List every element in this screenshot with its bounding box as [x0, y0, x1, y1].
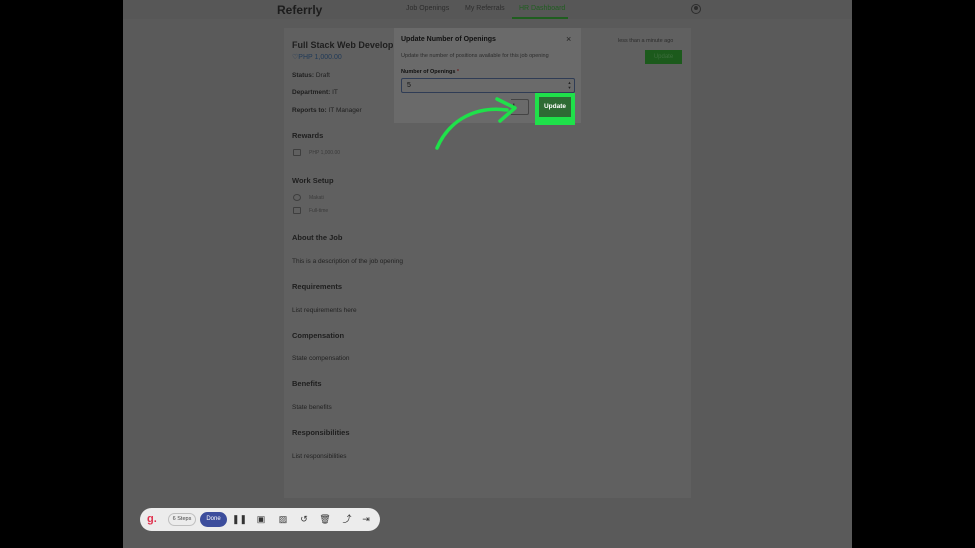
top-navigation: Referrly Job Openings My Referrals HR Da… — [123, 0, 852, 19]
image-icon[interactable]: ▨ — [276, 512, 290, 527]
user-avatar-icon[interactable] — [691, 4, 701, 14]
rewards-value: PHP 1,000.00 — [309, 150, 341, 156]
required-marker: * — [456, 69, 460, 75]
openings-number-input[interactable]: 5 ▲ ▼ — [401, 78, 575, 93]
wallet-icon — [293, 149, 301, 156]
work-type: Full-time — [309, 208, 329, 214]
work-setup-heading: Work Setup — [292, 176, 334, 185]
pause-icon[interactable]: ❚❚ — [232, 512, 247, 527]
work-location: Makati — [309, 195, 324, 201]
nav-my-referrals[interactable]: My Referrals — [465, 5, 505, 12]
steps-count[interactable]: 6 Steps — [168, 513, 196, 526]
openings-field-label: Number of Openings * — [401, 69, 460, 75]
requirements-heading: Requirements — [292, 282, 343, 291]
rewards-heading: Rewards — [292, 131, 324, 140]
responsibilities-text: List responsibilities — [292, 453, 347, 460]
reports-to-row: Reports to: IT Manager — [292, 107, 362, 114]
number-stepper[interactable]: ▲ ▼ — [566, 80, 573, 91]
about-heading: About the Job — [292, 233, 343, 242]
undo-icon[interactable]: ↺ — [297, 512, 311, 527]
modal-title: Update Number of Openings — [401, 36, 496, 43]
trash-icon[interactable]: 🗑 — [318, 512, 332, 527]
compensation-text: State compensation — [292, 355, 350, 362]
benefits-heading: Benefits — [292, 379, 322, 388]
update-job-button[interactable]: Update — [645, 50, 682, 64]
openings-value: 5 — [407, 82, 411, 89]
about-text: This is a description of the job opening — [292, 258, 403, 265]
recorder-toolbar: g. 6 Steps Done ❚❚ ▣ ▨ ↺ 🗑 ⤴ ⇥ — [140, 508, 380, 531]
posted-time: less than a minute ago — [618, 38, 674, 44]
location-icon — [293, 194, 301, 201]
recorder-logo-icon: g. — [147, 513, 157, 525]
department-row: Department: IT — [292, 89, 338, 96]
requirements-text: List requirements here — [292, 307, 357, 314]
modal-update-button[interactable]: Update — [539, 97, 571, 117]
department-value: IT — [332, 89, 338, 96]
reports-to-value: IT Manager — [328, 107, 362, 114]
status-value: Draft — [315, 72, 330, 79]
responsibilities-heading: Responsibilities — [292, 428, 350, 437]
modal-description: Update the number of positions available… — [401, 53, 549, 59]
nav-job-openings[interactable]: Job Openings — [406, 5, 449, 12]
share-icon[interactable]: ⤴ — [340, 512, 354, 527]
compensation-heading: Compensation — [292, 331, 345, 340]
job-title: Full Stack Web Develop — [292, 40, 394, 50]
status-row: Status: Draft — [292, 72, 330, 79]
nav-hr-dashboard[interactable]: HR Dashboard — [519, 5, 565, 12]
update-button-highlight: Update — [535, 93, 575, 125]
briefcase-icon — [293, 207, 301, 214]
app-logo[interactable]: Referrly — [277, 3, 322, 17]
app-viewport: Referrly Job Openings My Referrals HR Da… — [123, 0, 852, 548]
active-tab-indicator — [512, 17, 568, 19]
done-button[interactable]: Done — [200, 512, 227, 527]
cancel-button[interactable]: l — [511, 99, 529, 115]
stop-icon[interactable]: ▣ — [254, 512, 268, 527]
close-icon[interactable]: × — [566, 34, 571, 44]
job-reward-header: ♡PHP 1,000.00 — [292, 54, 342, 61]
benefits-text: State benefits — [292, 404, 332, 411]
exit-icon[interactable]: ⇥ — [359, 512, 373, 527]
